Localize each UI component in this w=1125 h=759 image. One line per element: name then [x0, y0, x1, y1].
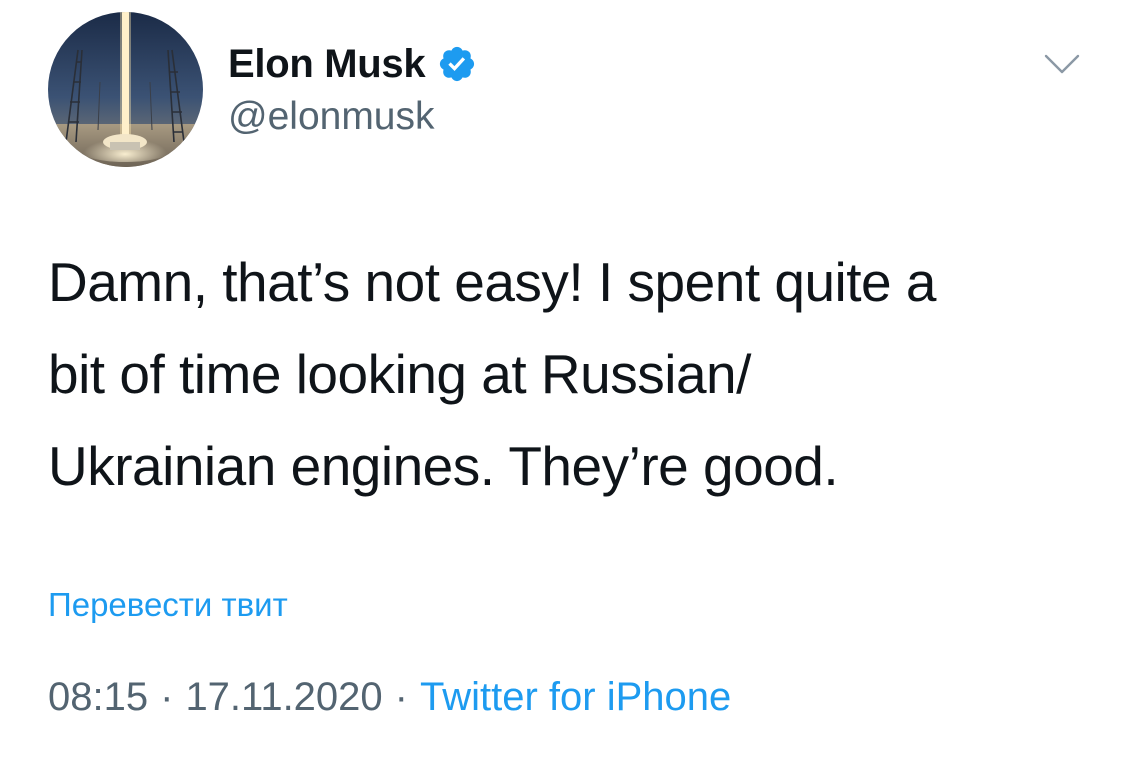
- tweet-time[interactable]: 08:15: [48, 672, 148, 722]
- author-name-row: Elon Musk: [228, 40, 477, 88]
- tweet-text: Damn, that’s not easy! I spent quite a b…: [48, 236, 1088, 512]
- tweet-text-line: bit of time looking at Russian/: [48, 343, 751, 405]
- separator-dot: ·: [394, 675, 408, 719]
- chevron-down-icon[interactable]: [1042, 50, 1082, 80]
- rocket-launch-avatar-image: [48, 12, 203, 167]
- tweet-source-link[interactable]: Twitter for iPhone: [420, 672, 731, 722]
- tweet-text-line: Ukrainian engines. They’re good.: [48, 435, 839, 497]
- separator-dot: ·: [160, 675, 174, 719]
- author-display-name[interactable]: Elon Musk: [228, 40, 426, 88]
- translate-tweet-link[interactable]: Перевести твит: [48, 583, 288, 627]
- tweet-metadata: 08:15 · 17.11.2020 · Twitter for iPhone: [48, 672, 731, 722]
- author-handle[interactable]: @elonmusk: [228, 94, 435, 140]
- verified-badge-icon: [437, 44, 477, 84]
- tweet-card: Elon Musk @elonmusk Damn, that’s not eas…: [0, 0, 1125, 759]
- tweet-date[interactable]: 17.11.2020: [185, 672, 382, 722]
- avatar[interactable]: [48, 12, 203, 167]
- tweet-text-line: Damn, that’s not easy! I spent quite a: [48, 251, 937, 313]
